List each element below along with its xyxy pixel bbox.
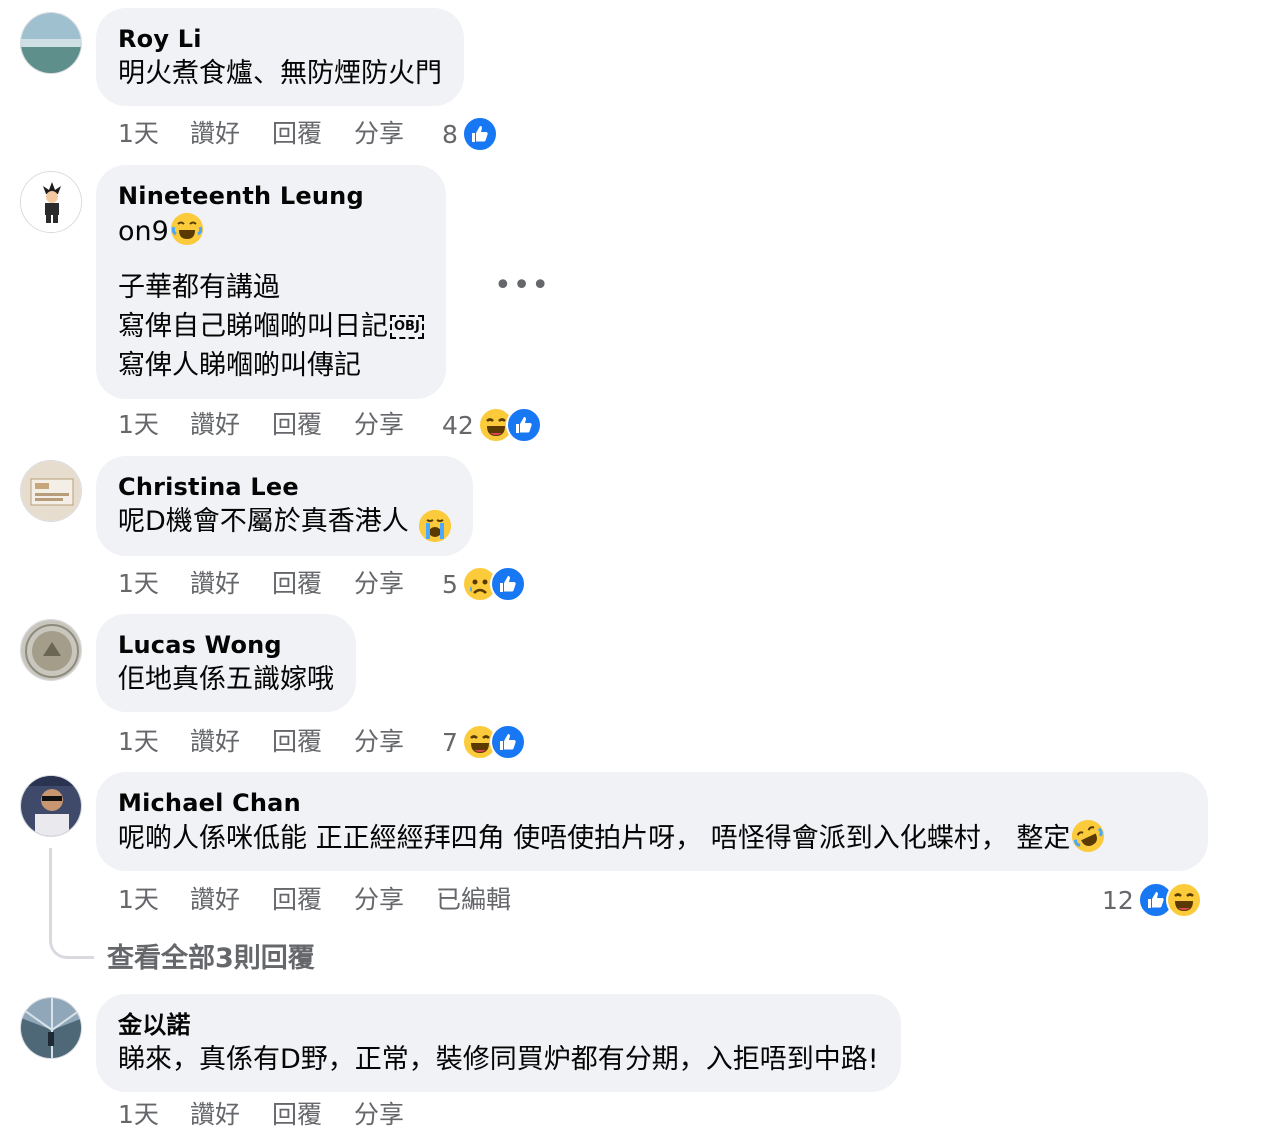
comment-text-line: on9 xyxy=(118,216,169,247)
reply-button[interactable]: 回覆 xyxy=(272,566,322,602)
like-button[interactable]: 讚好 xyxy=(190,407,240,443)
reaction-summary[interactable]: 12 xyxy=(1102,880,1202,920)
view-all-replies-link[interactable]: 查看全部3則回覆 xyxy=(107,936,315,975)
rofl-emoji-icon xyxy=(1067,814,1110,858)
reply-thread-line xyxy=(49,848,94,959)
haha-icon xyxy=(1165,882,1202,918)
commenter-name[interactable]: Nineteenth Leung xyxy=(118,179,424,213)
timestamp[interactable]: 1天 xyxy=(118,116,159,152)
comment-text: 呢D機會不屬於真香港人 xyxy=(118,504,452,542)
commenter-name[interactable]: 金以諾 xyxy=(118,1008,879,1042)
commenter-name[interactable]: Christina Lee xyxy=(118,470,451,504)
like-button[interactable]: 讚好 xyxy=(190,1097,240,1133)
reply-button[interactable]: 回覆 xyxy=(272,882,322,918)
reaction-count: 8 xyxy=(442,119,458,149)
comment-bubble: Christina Lee 呢D機會不屬於真香港人 xyxy=(96,456,474,556)
like-button[interactable]: 讚好 xyxy=(190,116,240,152)
timestamp[interactable]: 1天 xyxy=(118,566,159,602)
share-button[interactable]: 分享 xyxy=(354,1097,404,1133)
reaction-count: 5 xyxy=(442,569,458,599)
reaction-count: 12 xyxy=(1102,885,1134,915)
comment-text-line: 寫俾人睇嗰啲叫傳記 xyxy=(118,350,361,381)
reaction-count: 42 xyxy=(442,410,474,440)
comment-text: 睇來，真係有D野，正常，裝修同買炉都有分期，入拒唔到中路! xyxy=(118,1044,879,1075)
comment-text: on9 xyxy=(118,213,424,250)
comment-bubble: 金以諾 睇來，真係有D野，正常，裝修同買炉都有分期，入拒唔到中路! xyxy=(96,994,901,1092)
share-button[interactable]: 分享 xyxy=(354,882,404,918)
comment-bubble: Roy Li 明火煮食爐、無防煙防火門 xyxy=(96,8,464,106)
timestamp[interactable]: 1天 xyxy=(118,724,159,760)
commenter-name[interactable]: Michael Chan xyxy=(118,786,1186,820)
comment-bubble: Michael Chan 呢啲人係咪低能 正正經經拜四角 使唔使拍片呀， 唔怪得… xyxy=(96,772,1208,871)
timestamp[interactable]: 1天 xyxy=(118,407,159,443)
laughing-tears-emoji-icon xyxy=(170,213,203,245)
reply-button[interactable]: 回覆 xyxy=(272,1097,322,1133)
thumbs-up-icon xyxy=(505,407,542,443)
comment-text-line: 寫俾自己睇嗰啲叫日記 OBJ xyxy=(118,307,424,346)
reaction-summary[interactable]: 7 xyxy=(442,722,526,762)
comment-text-line: 子華都有講過 xyxy=(118,272,280,303)
thumbs-up-icon xyxy=(489,566,526,602)
avatar[interactable] xyxy=(20,997,82,1059)
commenter-name[interactable]: Roy Li xyxy=(118,22,442,56)
avatar[interactable] xyxy=(20,775,82,837)
edited-label: 已編輯 xyxy=(436,885,512,914)
more-options-icon[interactable]: ••• xyxy=(494,271,550,301)
crying-emoji-icon xyxy=(419,510,452,542)
avatar[interactable] xyxy=(20,619,82,681)
avatar[interactable] xyxy=(20,12,82,74)
share-button[interactable]: 分享 xyxy=(354,116,404,152)
comment-bubble: Nineteenth Leung on9 子華都有講過 寫俾自己睇嗰啲叫日記 OB… xyxy=(96,165,446,399)
avatar[interactable] xyxy=(20,460,82,522)
reaction-summary[interactable]: 5 xyxy=(442,564,526,604)
share-button[interactable]: 分享 xyxy=(354,566,404,602)
reaction-summary[interactable]: 8 xyxy=(442,114,498,154)
object-replacement-glyph: OBJ xyxy=(390,315,424,339)
commenter-name[interactable]: Lucas Wong xyxy=(118,628,334,662)
share-button[interactable]: 分享 xyxy=(354,407,404,443)
thumbs-up-icon xyxy=(489,724,526,760)
timestamp[interactable]: 1天 xyxy=(118,882,159,918)
reply-button[interactable]: 回覆 xyxy=(272,407,322,443)
reaction-count: 7 xyxy=(442,727,458,757)
like-button[interactable]: 讚好 xyxy=(190,882,240,918)
comment-text: 呢啲人係咪低能 正正經經拜四角 使唔使拍片呀， 唔怪得會派到入化蝶村， 整定 xyxy=(118,814,1186,858)
comment-text: 明火煮食爐、無防煙防火門 xyxy=(118,58,442,89)
timestamp[interactable]: 1天 xyxy=(118,1097,159,1133)
reply-button[interactable]: 回覆 xyxy=(272,116,322,152)
reaction-summary[interactable]: 42 xyxy=(442,405,542,445)
comment-bubble: Lucas Wong 佢地真係五識嫁哦 xyxy=(96,614,356,712)
share-button[interactable]: 分享 xyxy=(354,724,404,760)
avatar[interactable] xyxy=(20,171,82,233)
reply-button[interactable]: 回覆 xyxy=(272,724,322,760)
thumbs-up-icon xyxy=(461,116,498,152)
like-button[interactable]: 讚好 xyxy=(190,566,240,602)
like-button[interactable]: 讚好 xyxy=(190,724,240,760)
comment-text: 佢地真係五識嫁哦 xyxy=(118,664,334,695)
